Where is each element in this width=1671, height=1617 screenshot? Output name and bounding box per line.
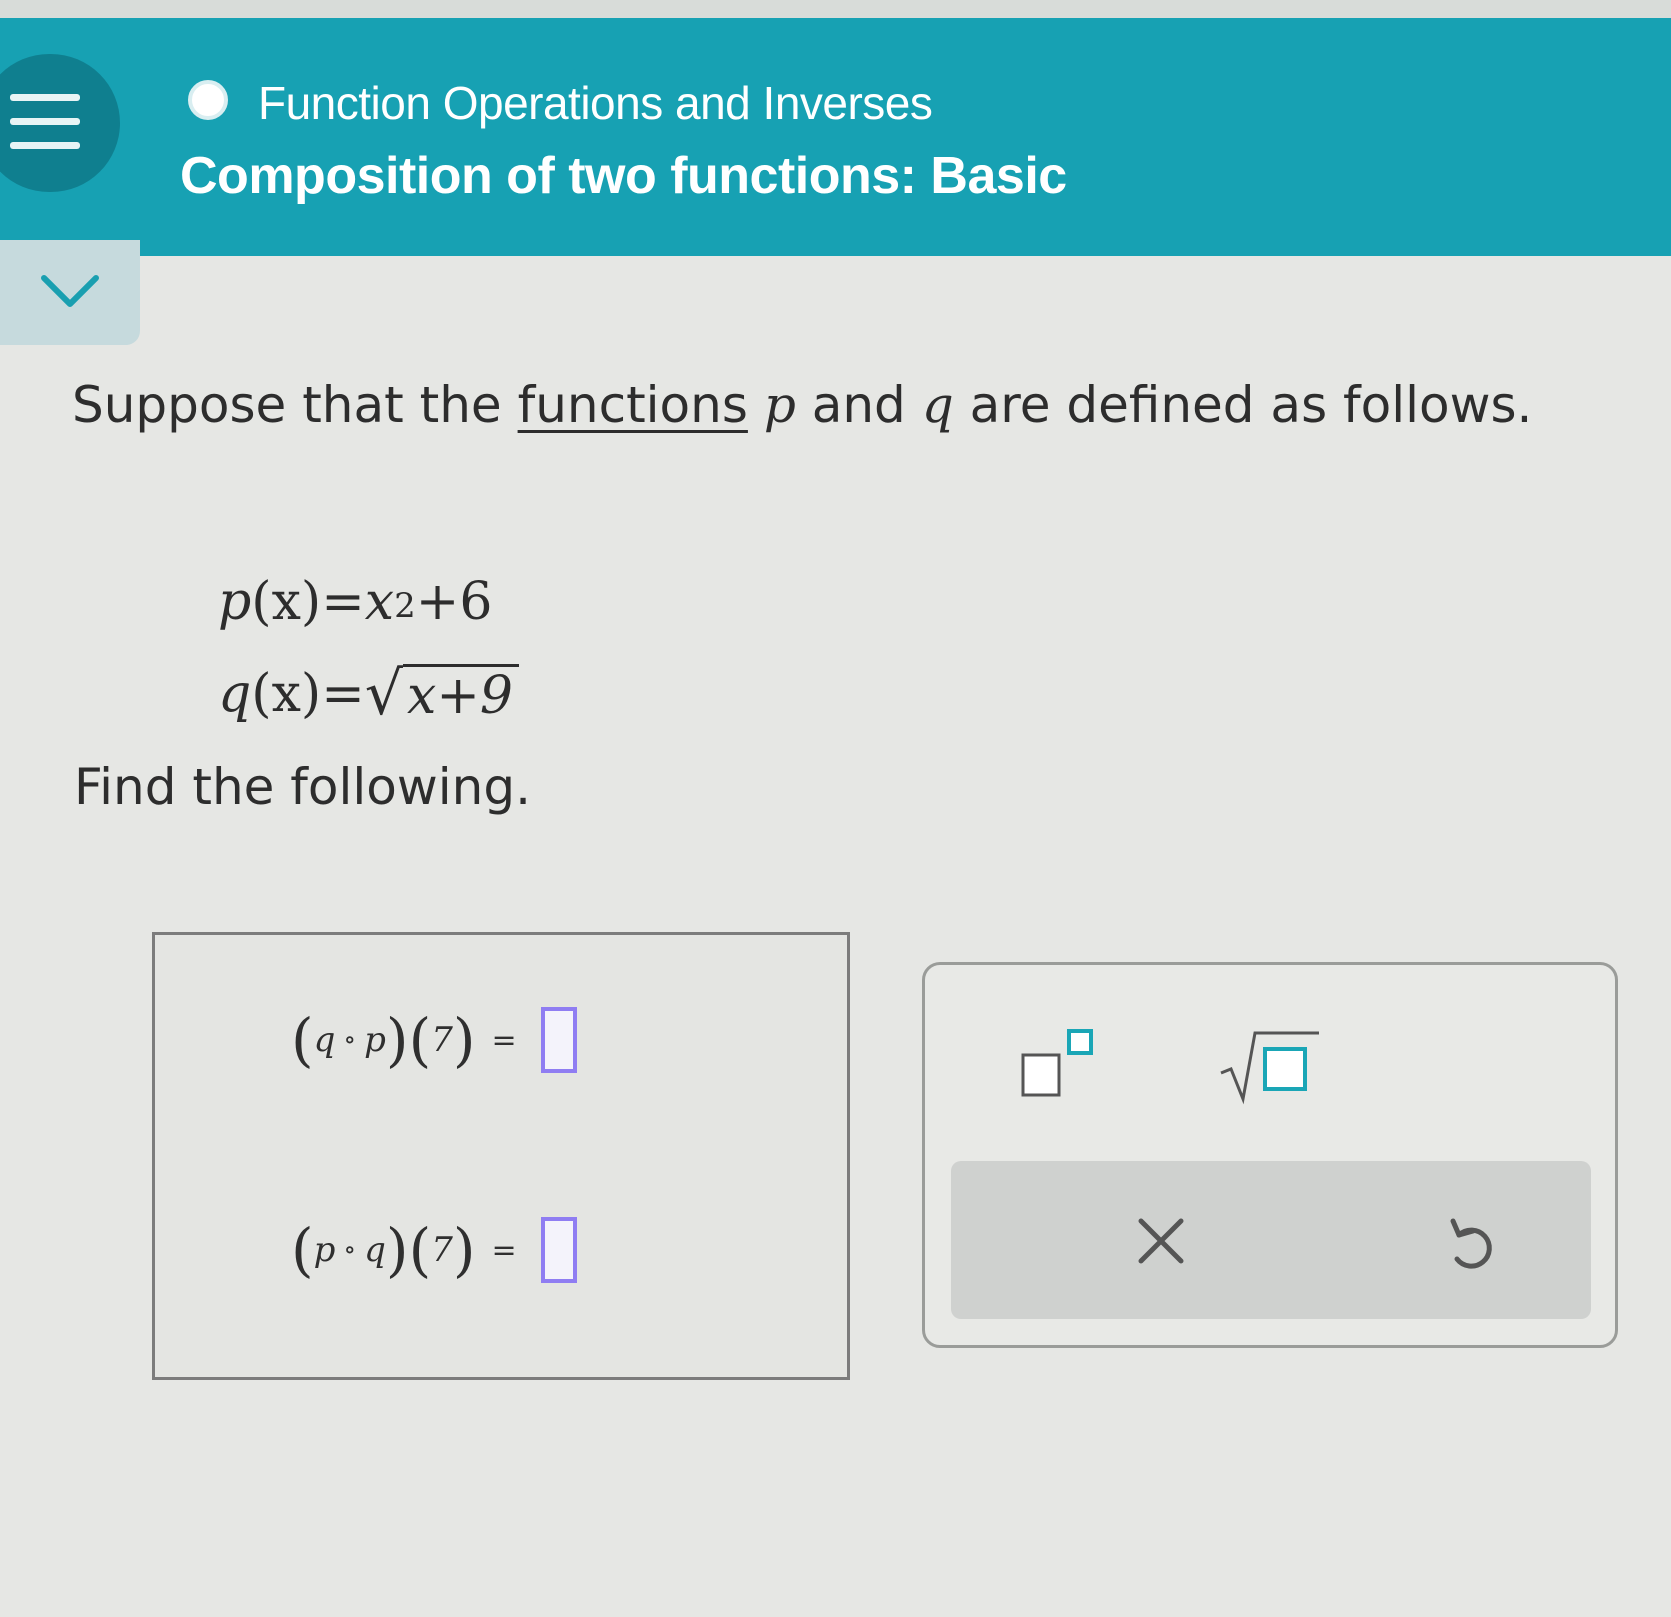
equation-q: q (x) = √ x+9 [218,632,519,724]
answer-row-p-of-q: ( p ∘ q ) ( 7 ) = [291,1205,577,1295]
radical-sign-icon: √ [364,659,404,729]
close-paren: ) [385,1006,409,1074]
eq-function-name: q [218,664,252,724]
eq-function-name: p [218,572,252,632]
outer-function: p [313,1230,336,1270]
equals-sign: = [491,1022,517,1058]
inner-function: p [364,1020,386,1060]
answer-input-p-of-q[interactable] [540,1217,577,1283]
function-definitions: p (x) = x 2 +6 q (x) = √ x+9 [218,540,519,724]
undo-icon [1450,1218,1492,1269]
composition-operator: ∘ [343,1025,357,1055]
collapse-toggle[interactable] [0,240,140,345]
outer-function: q [313,1020,336,1060]
answer-panel: ( q ∘ p ) ( 7 ) = ( p ∘ q ) ( 7 ) = [152,932,850,1380]
close-paren: ) [452,1216,476,1284]
eq-argument: (x) [251,664,322,724]
argument-value: 7 [431,1020,453,1060]
close-icon [1138,1218,1184,1264]
math-tools-panel [922,962,1618,1348]
find-prompt: Find the following. [74,758,531,816]
hamburger-icon-bar [10,118,80,125]
eq-equals: = [321,572,365,632]
eq-argument: (x) [251,572,322,632]
eq-base: x [364,572,395,632]
open-paren: ( [408,1006,432,1074]
progress-circle-icon [188,80,228,120]
argument-value: 7 [431,1230,453,1270]
open-paren: ( [291,1216,314,1284]
intro-text-and: and [795,376,922,434]
square-root-button[interactable] [1215,1025,1325,1105]
answer-input-q-of-p[interactable] [540,1007,577,1073]
open-paren: ( [291,1006,314,1074]
chevron-down-icon [41,275,99,307]
equation-p: p (x) = x 2 +6 [218,540,519,632]
square-root-icon [1220,1031,1319,1105]
close-paren: ) [452,1006,476,1074]
hamburger-icon-bar [10,142,80,149]
close-paren: ) [385,1216,409,1284]
hamburger-icon [10,94,80,101]
eq-exponent: 2 [394,586,416,626]
functions-link[interactable]: functions [518,376,748,434]
undo-button[interactable] [1431,1201,1511,1281]
intro-text-end: are defined as follows. [953,376,1533,434]
inner-function: q [364,1230,386,1270]
lesson-header: Function Operations and Inverses Composi… [0,18,1671,256]
menu-button[interactable] [0,54,120,192]
browser-top-strip [0,0,1671,18]
open-paren: ( [408,1216,432,1284]
eq-equals: = [321,664,365,724]
composition-operator: ∘ [343,1235,357,1265]
equals-sign: = [491,1232,517,1268]
square-root: √ x+9 [365,664,519,724]
action-bar [951,1161,1591,1319]
topic-title: Function Operations and Inverses [258,77,933,129]
lesson-title: Composition of two functions: Basic [180,147,1067,205]
variable-p: p [763,376,796,434]
intro-text: Suppose that the [72,376,518,434]
answer-row-q-of-p: ( q ∘ p ) ( 7 ) = [291,995,577,1085]
radicand: x+9 [403,664,519,724]
problem-statement: Suppose that the functions p and q are d… [72,376,1532,434]
eq-constant: +6 [415,572,493,632]
clear-button[interactable] [1121,1201,1201,1281]
exponent-button[interactable] [1013,1025,1113,1105]
exponent-icon [1021,1029,1093,1097]
variable-q: q [921,376,954,434]
